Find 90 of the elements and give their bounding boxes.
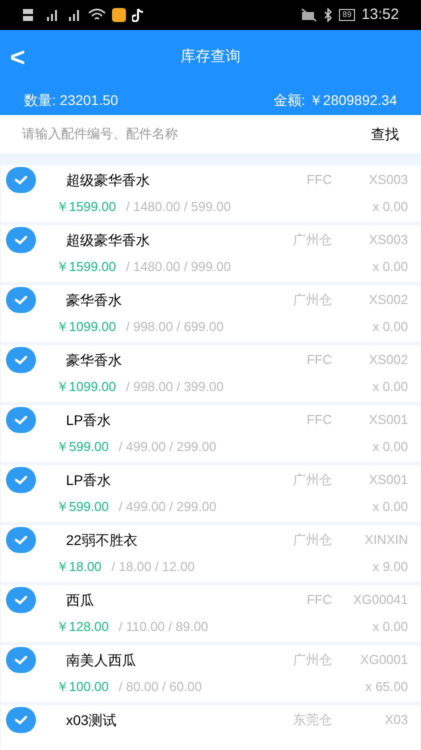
quantity-text: x 9.00 [372, 558, 408, 576]
item-code: XG0001 [359, 651, 408, 670]
item-name: 西瓜 [66, 590, 95, 610]
item-name: LP香水 [66, 410, 112, 430]
search-bar[interactable]: 请输入配件编号、配件名称 查找 [0, 115, 421, 153]
check-icon [14, 355, 28, 365]
warehouse-label: FFC [306, 411, 332, 430]
warehouse-label: 广州仓 [293, 471, 332, 490]
warehouse-label: FFC [306, 351, 332, 370]
warehouse-label: 广州仓 [293, 651, 332, 670]
checkbox[interactable] [6, 587, 36, 613]
warehouse-label: FFC [306, 591, 332, 610]
price-list: / 998.00 / 399.00 [126, 377, 373, 397]
check-icon [14, 415, 28, 425]
price-text: ￥1599.00 [56, 258, 116, 276]
price-text: ￥100.00 [56, 678, 109, 696]
item-code: XINXIN [364, 531, 408, 550]
wifi-icon [88, 8, 106, 22]
warehouse-label: 东莞仓 [293, 711, 332, 730]
item-code: XS002 [368, 351, 408, 370]
quantity-text: x 0.00 [372, 618, 408, 636]
quantity-text: x 0.00 [372, 438, 408, 456]
price-text: ￥599.00 [56, 498, 109, 516]
checkbox[interactable] [6, 467, 36, 493]
checkbox[interactable] [6, 287, 36, 313]
item-code: XS003 [368, 231, 408, 250]
check-icon [14, 235, 28, 245]
item-name: x03测试 [66, 710, 118, 730]
amount-total: 金额: ￥2809892.34 [273, 90, 397, 110]
signal-icon [44, 8, 60, 22]
bluetooth-icon [322, 8, 333, 22]
checkbox[interactable] [6, 347, 36, 373]
item-name: 南美人西瓜 [66, 650, 137, 670]
item-code: XS002 [368, 291, 408, 310]
item-name: 豪华香水 [66, 350, 123, 370]
checkbox[interactable] [6, 167, 36, 193]
item-name: 豪华香水 [66, 290, 123, 310]
checkbox[interactable] [6, 647, 36, 673]
check-icon [14, 295, 28, 305]
check-icon [14, 475, 28, 485]
music-note-icon [132, 8, 144, 22]
check-icon [14, 715, 28, 725]
item-name: 超级豪华香水 [66, 230, 151, 250]
search-button[interactable]: 查找 [371, 124, 399, 144]
warehouse-label: 广州仓 [293, 291, 332, 310]
item-name: 22弱不胜衣 [66, 530, 139, 550]
price-list: / 499.00 / 299.00 [118, 437, 373, 457]
price-list: / 998.00 / 699.00 [126, 317, 373, 337]
item-code: X03 [384, 711, 408, 730]
price-list: / 18.00 / 12.00 [112, 557, 373, 577]
price-text: ￥18.00 [56, 558, 102, 576]
checkbox[interactable] [6, 407, 36, 433]
item-code: XS001 [368, 471, 408, 490]
price-text: ￥1599.00 [56, 198, 116, 216]
warehouse-label: 广州仓 [293, 531, 332, 550]
price-list: / 1480.00 / 999.00 [126, 257, 373, 277]
item-name: LP香水 [66, 470, 112, 490]
item-name: 超级豪华香水 [66, 170, 151, 190]
price-text: ￥128.00 [56, 618, 109, 636]
price-text: ￥599.00 [56, 438, 109, 456]
quantity-text: x 0.00 [372, 318, 408, 336]
price-list: / 110.00 / 89.00 [118, 617, 373, 637]
quantity-text: x 0.00 [372, 378, 408, 396]
page-title: 库存查询 [180, 47, 240, 68]
search-field[interactable]: 请输入配件编号、配件名称 [22, 124, 371, 144]
battery-icon: 89 [338, 9, 356, 21]
check-icon [14, 175, 28, 185]
price-text: ￥1099.00 [56, 318, 116, 336]
check-icon [14, 655, 28, 665]
quantity-total: 数量: 23201.50 [24, 90, 118, 110]
quantity-text: x 65.00 [365, 678, 408, 696]
item-code: XG00041 [352, 591, 408, 610]
quantity-text: x 0.00 [372, 198, 408, 216]
checkbox[interactable] [6, 227, 36, 253]
warehouse-label: FFC [306, 171, 332, 190]
check-icon [14, 595, 28, 605]
quantity-text: x 0.00 [372, 258, 408, 276]
price-text: ￥1099.00 [56, 378, 116, 396]
check-icon [14, 535, 28, 545]
checkbox[interactable] [6, 707, 36, 733]
warehouse-label: 广州仓 [293, 231, 332, 250]
item-code: XS003 [368, 171, 408, 190]
price-list: / 1480.00 / 599.00 [126, 197, 373, 217]
status-time: 13:52 [361, 4, 399, 25]
price-list: / 499.00 / 299.00 [118, 497, 373, 517]
item-code: XS001 [368, 411, 408, 430]
price-list: / 80.00 / 60.00 [118, 677, 366, 697]
signal-icon [66, 8, 82, 22]
checkbox[interactable] [6, 527, 36, 553]
quantity-text: x 0.00 [372, 498, 408, 516]
